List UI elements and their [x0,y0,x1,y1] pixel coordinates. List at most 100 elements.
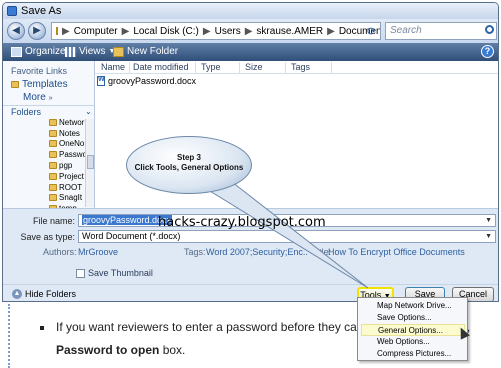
tags-label: Tags: [184,247,206,257]
tree-item-label: Notes [59,128,80,138]
back-arrow-icon[interactable]: ◀ [7,22,25,40]
chevron-right-icon[interactable]: ▶ [245,26,253,37]
scrollbar-thumb[interactable] [87,155,94,169]
help-icon[interactable]: ? [481,45,494,58]
chevron-right-icon[interactable]: ▶ [203,26,211,37]
folder-icon [56,27,58,35]
chevron-right-icon[interactable]: ▶ [122,26,130,37]
new-folder-button[interactable]: New Folder [113,46,178,57]
callout-step: Step 3 [176,153,201,162]
folder-icon [49,162,57,170]
breadcrumb-computer[interactable]: Computer [74,26,118,37]
chevron-right-icon: ▶ [62,25,70,37]
chevron-down-icon[interactable]: ▼ [485,215,492,226]
tree-item-label: pgp [59,161,73,171]
tree-item-label: ROOT [59,182,83,192]
more-label: More [23,92,46,103]
file-name: groovyPassword.docx [108,76,197,86]
tree-item-label: Passwo [59,150,88,160]
column-divider[interactable] [239,62,240,73]
column-divider[interactable] [129,62,130,73]
save-thumbnail-label[interactable]: Save Thumbnail [88,268,153,278]
column-headers: Name Date modified Type Size Tags [95,61,498,74]
organize-icon [11,46,22,57]
toolbar: Organize ▼ Views ▼ New Folder ? [3,43,498,61]
chevron-down-icon[interactable]: ▼ [485,231,492,242]
chevron-right-icon: » [48,95,53,102]
menu-item-map-network-drive[interactable]: Map Network Drive... [361,300,465,312]
margin-guide [8,304,12,368]
window-title: Save As [21,5,62,17]
title-bar: Save As [3,3,498,19]
breadcrumb-user[interactable]: skrause.AMER [256,26,323,37]
templates-link[interactable]: Templates [11,79,68,90]
tree-item-label: SnagIt [59,193,83,203]
chevron-down-icon[interactable]: ⌄ [85,107,92,116]
folder-icon [49,194,57,202]
folder-icon [49,118,57,126]
tools-menu: Map Network Drive... Save Options... Gen… [357,297,468,361]
callout-text: Step 3 Click Tools, General Options [126,153,252,173]
templates-label: Templates [22,79,68,90]
save-type-value: Word Document (*.docx) [82,231,181,241]
column-divider[interactable] [285,62,286,73]
file-name-label: File name: [32,216,75,226]
views-label: Views [79,46,106,57]
favorite-links-heading: Favorite Links [11,66,68,76]
bullet-icon [40,326,44,330]
tree-scrollbar[interactable] [85,119,94,207]
authors-value[interactable]: MrGroove [78,247,118,257]
more-link[interactable]: More » [23,92,52,103]
file-item[interactable]: groovyPassword.docx [97,76,196,86]
organize-label: Organize [25,46,66,57]
chevron-right-icon[interactable]: ▶ [327,26,335,37]
column-name[interactable]: Name [101,62,125,72]
column-type[interactable]: Type [201,62,221,72]
new-folder-label: New Folder [127,46,179,57]
menu-item-general-options[interactable]: General Options... [361,324,465,336]
folder-icon [49,129,57,137]
refresh-icon[interactable]: ⟳ [367,25,376,38]
column-tags[interactable]: Tags [291,62,310,72]
save-thumbnail-checkbox[interactable] [76,269,85,278]
save-type-label: Save as type: [20,232,75,242]
folder-icon [49,183,57,191]
views-button[interactable]: Views ▼ [65,46,115,57]
navigation-pane: Favorite Links Templates More » Folders … [3,61,95,213]
menu-item-save-options[interactable]: Save Options... [361,312,465,324]
folders-label: Folders [11,107,42,117]
column-divider[interactable] [195,62,196,73]
word-document-icon [97,76,105,86]
address-bar[interactable]: ▶ Computer ▶ Local Disk (C:) ▶ Users ▶ s… [51,22,381,40]
menu-item-compress-pictures[interactable]: Compress Pictures... [361,348,465,360]
tree-item-label: Networ [59,117,85,127]
column-date-modified[interactable]: Date modified [133,62,189,72]
callout-instruction: Click Tools, General Options [134,163,244,172]
document-text-line-2: Password to open box. [56,343,185,357]
save-as-icon [7,6,17,16]
document-text-rest: box. [159,343,186,357]
authors-label: Authors: [43,247,77,257]
column-divider[interactable] [331,62,332,73]
breadcrumb-users[interactable]: Users [215,26,241,37]
forward-arrow-icon[interactable]: ▶ [28,22,46,40]
save-as-dialog: Save As ◀ ▶ ▶ Computer ▶ Local Disk (C:)… [2,2,499,302]
search-input[interactable]: Search [385,22,497,40]
navigation-bar: ◀ ▶ ▶ Computer ▶ Local Disk (C:) ▶ Users… [3,19,498,43]
menu-item-web-options[interactable]: Web Options... [361,336,465,348]
chevron-up-icon[interactable]: ▲ [12,289,22,299]
views-icon [65,46,76,57]
title-value[interactable]: How To Encrypt Office Documents [328,247,465,257]
column-size[interactable]: Size [245,62,263,72]
watermark-text: hacks-crazy.blogspot.com [158,215,326,230]
folder-icon [11,81,19,88]
breadcrumb-local-disk[interactable]: Local Disk (C:) [133,26,199,37]
folder-icon [49,140,57,148]
hide-folders-button[interactable]: Hide Folders [25,289,76,299]
tags-value[interactable]: Word 2007;Security;Enc... [206,247,308,257]
folder-icon [49,151,57,159]
tree-item-label: Project [59,171,84,181]
save-type-select[interactable]: Word Document (*.docx) ▼ [78,230,496,243]
search-icon[interactable] [485,25,494,34]
new-folder-icon [113,46,124,57]
